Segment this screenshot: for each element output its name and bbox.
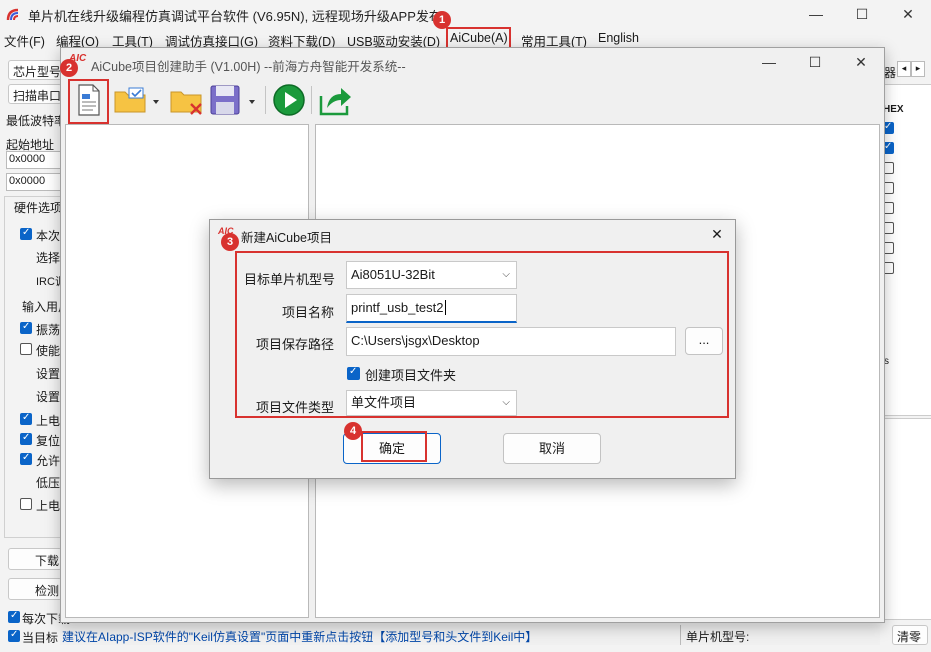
highlight-ok-button bbox=[361, 431, 427, 462]
app-logo-icon bbox=[6, 8, 19, 21]
cancel-button[interactable]: 取消 bbox=[503, 433, 601, 464]
scan-port-button[interactable]: 扫描串口 bbox=[8, 84, 62, 104]
maximize-button[interactable]: ☐ bbox=[839, 0, 885, 28]
helper-maximize-button[interactable]: ☐ bbox=[792, 48, 838, 76]
helper-title: AiCube项目创建助手 (V1.00H) --前海方舟智能开发系统-- bbox=[91, 60, 406, 74]
close-button[interactable]: ✕ bbox=[885, 0, 931, 28]
dialog-title: 新建AiCube项目 bbox=[241, 231, 332, 245]
status-divider bbox=[680, 625, 681, 645]
title-bar: 单片机在线升级编程仿真调试平台软件 (V6.95N), 远程现场升级APP发布 … bbox=[0, 0, 931, 28]
opt-enable-label: 使能 bbox=[36, 344, 61, 358]
detect-button[interactable]: 检测 bbox=[8, 578, 62, 600]
minimize-button[interactable]: — bbox=[793, 0, 839, 28]
current-target-label: 当目标 bbox=[22, 631, 59, 645]
opt-poweron-checkbox[interactable] bbox=[20, 412, 32, 425]
tab-scroll-right-icon[interactable]: ▸ bbox=[911, 61, 925, 77]
opt-set2-label: 设置 bbox=[36, 390, 61, 404]
menu-file[interactable]: 文件(F) bbox=[4, 31, 45, 50]
opt-current-label: 本次 bbox=[36, 229, 61, 243]
delete-folder-icon[interactable] bbox=[169, 82, 205, 118]
highlight-dialog-fields bbox=[235, 251, 729, 418]
save-icon[interactable] bbox=[209, 82, 259, 118]
run-icon[interactable] bbox=[271, 82, 307, 118]
opt-reset-checkbox[interactable] bbox=[20, 432, 32, 445]
window-title: 单片机在线升级编程仿真调试平台软件 (V6.95N), 远程现场升级APP发布 bbox=[28, 9, 442, 24]
opt-reset-label: 复位 bbox=[36, 434, 61, 448]
current-target-checkbox[interactable] bbox=[8, 629, 20, 642]
status-hint: 建议在AIapp-ISP软件的"Keil仿真设置"页面中重新点击按钮【添加型号和… bbox=[62, 630, 538, 644]
dialog-close-button[interactable]: ✕ bbox=[706, 223, 728, 245]
opt-enable-checkbox[interactable] bbox=[20, 343, 32, 355]
addr-input-1[interactable]: 0x0000 bbox=[6, 151, 64, 169]
opt-poweron2-checkbox[interactable] bbox=[20, 498, 32, 510]
menu-english[interactable]: English bbox=[598, 31, 639, 45]
opt-osc-label: 振荡 bbox=[36, 323, 61, 337]
download-button[interactable]: 下载 bbox=[8, 548, 62, 570]
right-tab-label: 器 bbox=[884, 66, 897, 80]
opt-current-checkbox[interactable] bbox=[20, 227, 32, 240]
step-badge-2: 2 bbox=[60, 59, 78, 77]
opt-set1-label: 设置 bbox=[36, 367, 61, 381]
hw-options-label: 硬件选项 bbox=[14, 201, 63, 215]
toolbar-separator-1 bbox=[265, 86, 266, 114]
helper-close-button[interactable]: ✕ bbox=[838, 48, 884, 76]
opt-allow-checkbox[interactable] bbox=[20, 452, 32, 465]
mcu-model-label: 单片机型号: bbox=[686, 630, 750, 644]
export-icon[interactable] bbox=[317, 82, 353, 118]
chip-model-select[interactable]: 芯片型号 bbox=[8, 60, 62, 80]
opt-osc-checkbox[interactable] bbox=[20, 321, 32, 334]
step-badge-3: 3 bbox=[221, 233, 239, 251]
helper-toolbar bbox=[61, 78, 884, 122]
opt-lowv-label: 低压 bbox=[36, 476, 61, 490]
toolbar-separator-2 bbox=[311, 86, 312, 114]
opt-poweron-label: 上电 bbox=[36, 414, 61, 428]
min-baud-label: 最低波特率 bbox=[6, 114, 67, 128]
status-bar: 建议在AIapp-ISP软件的"Keil仿真设置"页面中重新点击按钮【添加型号和… bbox=[60, 625, 880, 645]
clear-button[interactable]: 清零 bbox=[892, 625, 928, 645]
helper-minimize-button[interactable]: — bbox=[746, 48, 792, 76]
each-download-checkbox[interactable] bbox=[8, 610, 20, 623]
open-folder-icon[interactable] bbox=[113, 82, 161, 118]
hex-label: HEX bbox=[883, 104, 904, 115]
opt-allow-label: 允许 bbox=[36, 454, 61, 468]
highlight-new-project bbox=[68, 79, 109, 124]
tab-scroll-left-icon[interactable]: ◂ bbox=[897, 61, 911, 77]
addr-input-2[interactable]: 0x0000 bbox=[6, 173, 64, 191]
opt-poweron2-label: 上电 bbox=[36, 499, 61, 513]
step-badge-1: 1 bbox=[433, 11, 451, 29]
step-badge-4: 4 bbox=[344, 422, 362, 440]
opt-select-label: 选择 bbox=[36, 251, 61, 265]
right-log-panel bbox=[883, 418, 931, 620]
